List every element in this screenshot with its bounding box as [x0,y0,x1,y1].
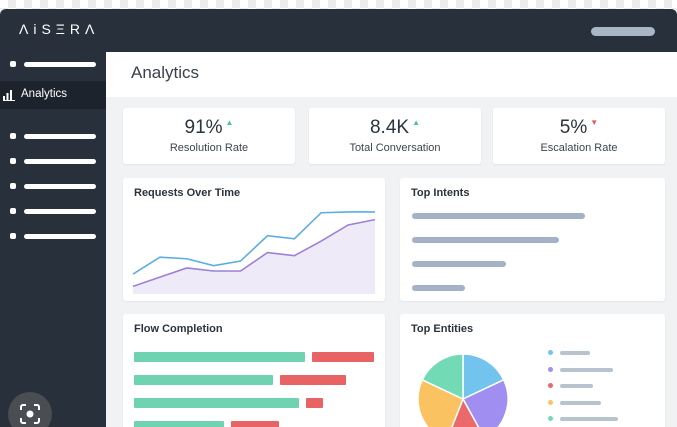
app-window: ΛiSΞRΛ Analytics Analytics 91% ▲ Resolut… [0,9,677,427]
brand-logo[interactable]: ΛiSΞRΛ [19,21,99,37]
sidebar-item-2[interactable] [0,129,106,143]
nav-placeholder-label [24,184,96,189]
trend-up-icon: ▲ [225,118,234,127]
nav-dot-icon [10,158,16,164]
kpi-value: 8.4K [369,117,410,138]
intent-bar [412,261,506,267]
flow-dropped-bar [312,352,374,362]
main-content: Analytics 91% ▲ Resolution Rate 8.4K ▲ Tot… [106,52,677,427]
card-title: Top Entities [411,323,474,335]
requests-over-time-card[interactable]: Requests Over Time [123,178,385,301]
sidebar-item-6[interactable] [0,229,106,243]
legend-label-placeholder [560,384,593,388]
sidebar-item-label: Analytics [21,88,68,100]
intent-bar [412,237,559,243]
kpi-value-wrap: 5% ▼ [493,117,665,139]
nav-dot-icon [10,183,16,189]
kpi-label: Total Conversation [349,142,441,154]
kpi-value-wrap: 91% ▲ [123,117,295,139]
legend-label-placeholder [560,351,590,355]
nav-placeholder-label [24,159,96,164]
kpi-card-escalation[interactable]: 5% ▼ Escalation Rate [493,108,665,164]
nav-placeholder-label [24,134,96,139]
legend-label-placeholder [560,400,601,405]
flow-dropped-bar [231,421,279,427]
nav-dot-icon [10,208,16,214]
legend-swatch [548,383,553,388]
lens-icon [20,404,40,424]
requests-line-chart [132,211,376,294]
legend-label-placeholder [560,417,618,421]
kpi-card-conversation[interactable]: 8.4K ▲ Total Conversation [309,108,481,164]
kpi-value: 91% [184,117,223,138]
kpi-value-wrap: 8.4K ▲ [309,117,481,139]
top-entities-card[interactable]: Top Entities [400,314,665,427]
sidebar-item-4[interactable] [0,179,106,193]
flow-completed-bar [134,352,305,362]
intent-bar [412,213,585,219]
nav-placeholder-label [24,234,96,239]
trend-down-icon: ▼ [590,118,599,127]
flow-completed-bar [134,375,273,385]
entities-pie-chart [417,353,509,427]
top-bar: ΛiSΞRΛ [0,9,677,52]
kpi-card-resolution[interactable]: 91% ▲ Resolution Rate [123,108,295,164]
legend-swatch [548,350,553,355]
bar-chart-icon [3,90,15,101]
flow-completed-bar [134,421,224,427]
card-title: Flow Completion [134,323,223,335]
top-intents-card[interactable]: Top Intents [400,178,665,301]
kpi-value: 5% [559,117,588,138]
sidebar-item-1[interactable] [0,57,106,71]
flow-completed-bar [134,398,299,408]
sidebar-item-analytics[interactable]: Analytics [0,81,113,109]
legend-swatch [548,399,553,405]
sidebar-item-5[interactable] [0,204,106,218]
page-title: Analytics [131,63,200,82]
trend-up-icon: ▲ [412,118,420,127]
nav-placeholder-label [24,209,96,214]
nav-dot-icon [10,233,16,239]
kpi-label: Resolution Rate [169,142,249,154]
intent-bar [412,285,465,291]
legend-label-placeholder [560,367,613,372]
page-header: Analytics [106,52,677,97]
card-title: Top Intents [411,187,470,199]
flow-dropped-bar [306,398,323,408]
sidebar-item-3[interactable] [0,154,106,168]
kpi-label: Escalation Rate [540,142,618,154]
sidebar: Analytics [0,52,113,427]
flow-completion-card[interactable]: Flow Completion [123,314,385,427]
nav-dot-icon [10,133,16,139]
nav-placeholder-label [24,62,96,67]
flow-dropped-bar [280,375,346,385]
nav-dot-icon [10,61,16,67]
legend-swatch [548,366,553,372]
legend-swatch [548,416,553,421]
user-menu[interactable] [591,27,655,36]
